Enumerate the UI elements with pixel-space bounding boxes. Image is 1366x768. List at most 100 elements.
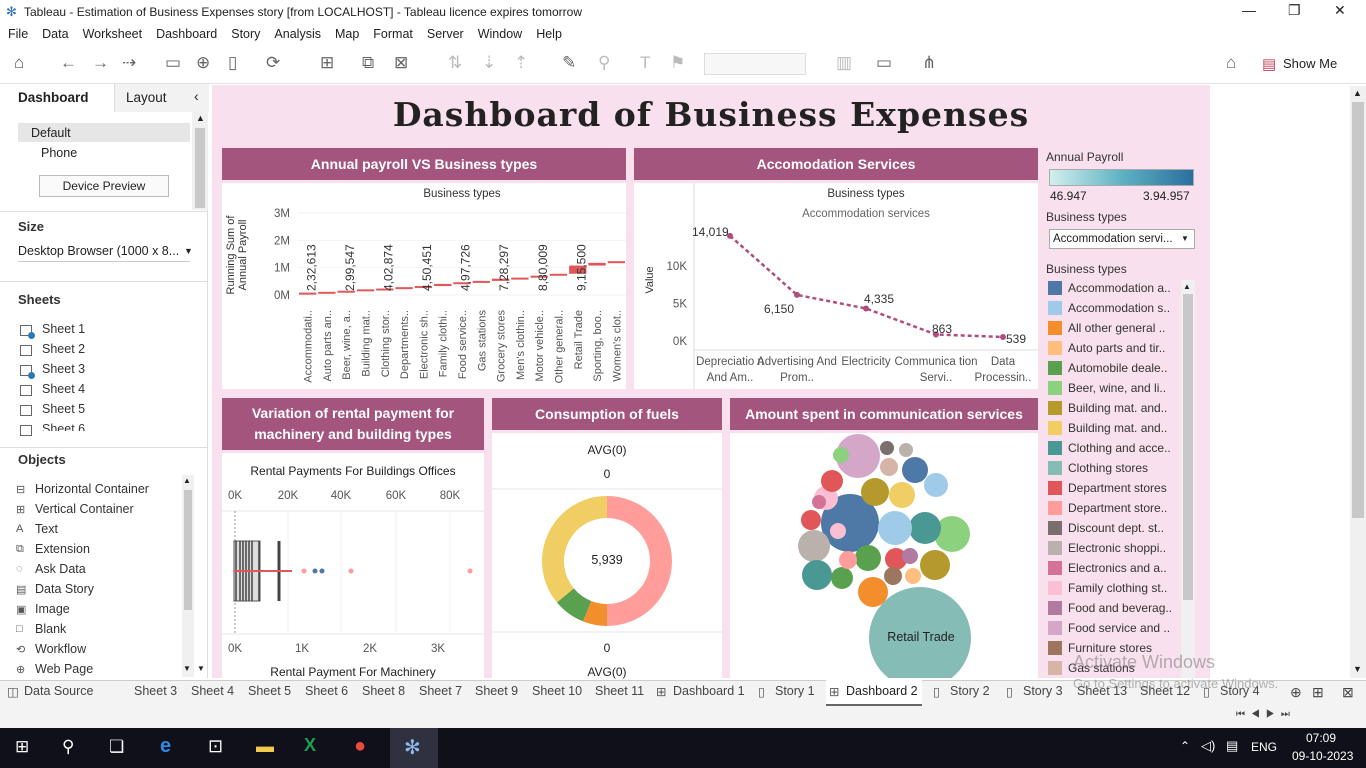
clock-time[interactable]: 07:09 [1306, 731, 1336, 745]
fit-dropdown[interactable] [704, 53, 806, 75]
tab-sheet-4[interactable]: Sheet 4 [191, 684, 234, 698]
presentation-icon[interactable]: ▭ [876, 53, 892, 73]
show-me-button[interactable]: Show Me [1283, 56, 1337, 71]
menu-help[interactable]: Help [536, 27, 562, 41]
legend-item[interactable]: Auto parts and tir.. [1048, 339, 1178, 357]
highlight-icon[interactable]: ✎ [562, 53, 576, 73]
size-value[interactable]: Desktop Browser (1000 x 8... [18, 244, 179, 258]
clock-date[interactable]: 09-10-2023 [1292, 749, 1353, 763]
menu-format[interactable]: Format [373, 27, 413, 41]
tab-sheet-3[interactable]: Sheet 3 [134, 684, 177, 698]
menu-window[interactable]: Window [478, 27, 522, 41]
restore-icon[interactable]: ❐ [1288, 2, 1301, 19]
legend-item[interactable]: Department store.. [1048, 499, 1178, 517]
legend-item[interactable]: Food service and .. [1048, 619, 1178, 637]
tab-sheet-10[interactable]: Sheet 10 [532, 684, 582, 698]
tray-chevron-icon[interactable]: ⌃ [1180, 739, 1190, 753]
object-item[interactable]: Web Page [35, 662, 93, 676]
new-dashboard-tab-icon[interactable]: ⊞ [1312, 684, 1324, 701]
sheet-item[interactable]: Sheet 3 [42, 362, 85, 376]
legend-item[interactable]: Building mat. and.. [1048, 419, 1178, 437]
clear-icon[interactable]: ⊠ [394, 53, 408, 73]
chart-icon[interactable]: ▥ [836, 53, 852, 73]
notification-icon[interactable]: ▤ [1226, 738, 1238, 754]
legend-item[interactable]: Family clothing st.. [1048, 579, 1178, 597]
object-item[interactable]: Text [35, 522, 58, 536]
object-item[interactable]: Workflow [35, 642, 86, 656]
device-phone[interactable]: Phone [41, 146, 77, 160]
menu-dashboard[interactable]: Dashboard [156, 27, 217, 41]
sort-desc-icon[interactable]: ⇡ [514, 53, 528, 73]
tab-dashboard-1[interactable]: Dashboard 1 [673, 684, 745, 698]
redo-icon[interactable]: → [92, 53, 109, 73]
object-item[interactable]: Horizontal Container [35, 482, 149, 496]
tab-sheet-9[interactable]: Sheet 9 [475, 684, 518, 698]
legend-scroll-thumb[interactable] [1183, 294, 1193, 600]
menu-file[interactable]: File [8, 27, 28, 41]
device-preview-button[interactable]: Device Preview [39, 175, 169, 197]
close-icon[interactable]: ✕ [1334, 2, 1346, 19]
legend-item[interactable]: Department stores [1048, 479, 1178, 497]
format-icon[interactable]: ⌂ [1226, 53, 1236, 73]
device-scroll-thumb[interactable] [195, 128, 205, 208]
new-sheet-tab-icon[interactable]: ⊕ [1290, 684, 1302, 701]
sheet-item[interactable]: Sheet 6 [42, 422, 85, 431]
new-story-tab-icon[interactable]: ⊠ [1342, 684, 1354, 701]
language-indicator[interactable]: ENG [1251, 740, 1277, 754]
scroll-up-icon[interactable]: ▲ [183, 476, 191, 485]
refresh-icon[interactable]: ⟳ [266, 53, 280, 73]
filter-dropdown-icon[interactable]: ▼ [1181, 234, 1189, 243]
object-item[interactable]: Vertical Container [35, 502, 134, 516]
windows-start-icon[interactable]: ⊞ [15, 737, 29, 757]
minimize-icon[interactable]: — [1242, 2, 1256, 18]
menu-data[interactable]: Data [42, 27, 68, 41]
legend-item[interactable]: Building mat. and.. [1048, 399, 1178, 417]
menu-story[interactable]: Story [231, 27, 260, 41]
store-icon[interactable]: ⊡ [208, 736, 223, 757]
edge-icon[interactable]: e [160, 735, 171, 758]
home-icon[interactable]: ⌂ [14, 53, 24, 73]
objects-scroll-thumb[interactable] [184, 490, 192, 610]
new-sheet-icon[interactable]: ⊞ [320, 53, 334, 73]
sort-asc-icon[interactable]: ⇣ [482, 53, 496, 73]
legend-item[interactable]: Electronics and a.. [1048, 559, 1178, 577]
canvas-scroll-thumb[interactable] [1352, 102, 1364, 518]
panel3-chart[interactable]: 0K 20K 40K 60K 80K 0K 1K 2K 3K [222, 453, 484, 678]
attach-icon[interactable]: ⚲ [598, 53, 610, 73]
scroll-up-icon[interactable]: ▲ [1183, 282, 1191, 291]
sheet-item[interactable]: Sheet 1 [42, 322, 85, 336]
excel-icon[interactable]: X [304, 735, 316, 756]
scroll-up-icon[interactable]: ▲ [1353, 88, 1362, 98]
legend-item[interactable]: Accommodation s.. [1048, 299, 1178, 317]
sheet-item[interactable]: Sheet 2 [42, 342, 85, 356]
scroll-up-icon[interactable]: ▲ [196, 113, 205, 123]
object-item[interactable]: Data Story [35, 582, 94, 596]
legend-item[interactable]: Discount dept. st.. [1048, 519, 1178, 537]
tab-sheet-8[interactable]: Sheet 8 [362, 684, 405, 698]
tab-layout[interactable]: Layout [126, 90, 167, 105]
tab-navigation-icons[interactable]: ⏮◀▶⏭ [1236, 709, 1296, 720]
pin-icon[interactable]: ⚑ [670, 53, 685, 73]
volume-icon[interactable]: ◁) [1201, 738, 1215, 754]
panel1-chart[interactable]: 3M 2M 1M 0M 2,32,613 2,99,547 4,02,874 4,50,451… [222, 183, 626, 389]
object-item[interactable]: Blank [35, 622, 66, 636]
legend-item[interactable]: Clothing stores [1048, 459, 1178, 477]
task-view-icon[interactable]: ❏ [109, 737, 124, 757]
object-item[interactable]: Extension [35, 542, 90, 556]
panel2-chart[interactable]: 10K 5K 0K 14,019 6,150 4,335 863 539 Depreciatio… [634, 183, 1038, 389]
menu-worksheet[interactable]: Worksheet [83, 27, 143, 41]
menu-server[interactable]: Server [427, 27, 464, 41]
legend-item[interactable]: Accommodation a.. [1048, 279, 1178, 297]
sheet-item[interactable]: Sheet 5 [42, 402, 85, 416]
tab-sheet-11[interactable]: Sheet 11 [595, 684, 644, 698]
undo-icon[interactable]: ← [60, 53, 77, 73]
object-item[interactable]: Image [35, 602, 70, 616]
share-icon[interactable]: ⋔ [922, 53, 936, 73]
scroll-down-icon[interactable]: ▼ [197, 664, 205, 673]
pause-icon[interactable]: ▯ [228, 53, 237, 73]
legend-item[interactable]: Food and beverag.. [1048, 599, 1178, 617]
replay-icon[interactable]: ⇢ [122, 53, 136, 73]
object-item[interactable]: Ask Data [35, 562, 86, 576]
sheet-item[interactable]: Sheet 4 [42, 382, 85, 396]
tab-dashboard-2[interactable]: Dashboard 2 [846, 684, 918, 698]
